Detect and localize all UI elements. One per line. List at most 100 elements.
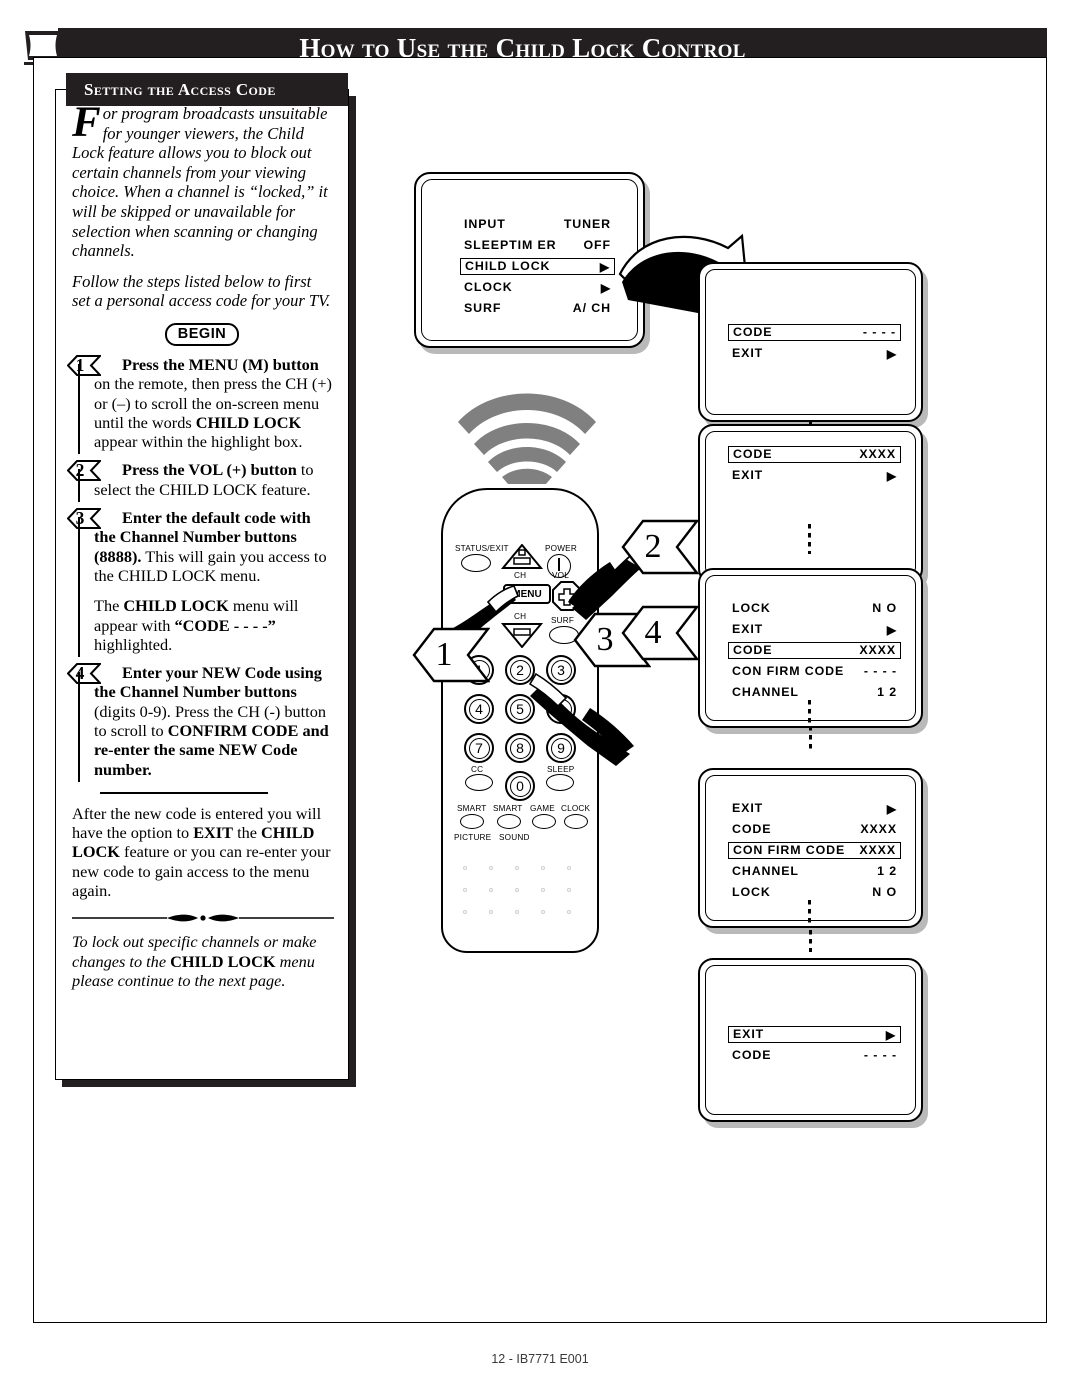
osd-row-code[interactable]: CODE - - - - (728, 324, 901, 341)
step-1-number: 1 (75, 354, 85, 375)
cc-button[interactable] (465, 774, 493, 791)
osd-row-confirm-code[interactable]: CON FIRM CODE XXXX (728, 842, 901, 859)
menu-value: OFF (583, 238, 611, 252)
key-0[interactable]: 0 (505, 771, 535, 801)
section-tab: Setting the Access Code (66, 73, 348, 106)
callout-2: 2 (621, 517, 700, 577)
game-label: GAME (530, 804, 555, 813)
divider-rule (100, 791, 268, 794)
osd-row-code[interactable]: CODE - - - - (728, 1047, 901, 1064)
osd-row-code[interactable]: CODE XXXX (728, 446, 901, 463)
after-note-mid: the (233, 823, 262, 843)
osd-row-exit[interactable]: EXIT ▶ (728, 621, 901, 638)
begin-badge: BEGIN (164, 322, 240, 346)
osd-label: EXIT (732, 346, 764, 360)
clock-label: CLOCK (561, 804, 591, 813)
osd-row-confirm-code[interactable]: CON FIRM CODE - - - - (728, 663, 901, 680)
osd-screen-3: LOCK N O EXIT ▶ CODE XXXX CON FIRM CODE … (698, 568, 923, 728)
drop-cap: F (72, 99, 101, 146)
step-rail (78, 363, 80, 455)
step-rail (78, 588, 80, 658)
step-1-bold-lead: Press the MENU (M) button (122, 354, 319, 374)
osd-row-lock[interactable]: LOCK N O (728, 884, 901, 901)
osd-label: CON FIRM CODE (733, 843, 846, 857)
osd-label: EXIT (732, 622, 764, 636)
osd-row-channel[interactable]: CHANNEL 1 2 (728, 863, 901, 880)
page-footer: 12 - IB7771 E001 (491, 1352, 589, 1366)
osd-screen-5-list: EXIT ▶ CODE - - - - (728, 1026, 901, 1068)
cc-label: CC (471, 765, 484, 774)
closing-paragraph: To lock out specific channels or make ch… (72, 932, 332, 990)
right-arrow-icon: ▶ (886, 622, 897, 637)
begin-badge-wrap: BEGIN (72, 322, 332, 346)
status-exit-button[interactable] (461, 554, 491, 572)
step-rail (78, 672, 80, 782)
menu-value: A/ CH (572, 301, 611, 315)
osd-row-code[interactable]: CODE XXXX (728, 821, 901, 838)
smart-picture-label: SMART (457, 804, 487, 813)
power-icon (558, 558, 560, 571)
osd-value: XXXX (859, 643, 896, 657)
menu-label: INPUT (464, 217, 506, 231)
section-tab-label: Setting the Access Code (84, 79, 276, 99)
key-4[interactable]: 4 (464, 694, 494, 724)
right-arrow-icon: ▶ (886, 468, 897, 483)
osd-value: - - - - (862, 325, 896, 339)
tv-main-menu-screen: INPUT TUNER SLEEPTIM ER OFF CHILD LOCK ▶… (414, 172, 645, 348)
pointing-hand-3-icon (528, 672, 634, 766)
channel-up-button[interactable] (501, 544, 543, 570)
osd-label: CODE (733, 325, 773, 339)
osd-label: CODE (732, 1048, 772, 1062)
osd-label: CON FIRM CODE (732, 664, 845, 678)
menu-value: TUNER (563, 217, 611, 231)
menu-label: CHILD LOCK (465, 259, 551, 273)
callout-4-number: 4 (644, 614, 662, 651)
sleep-button[interactable] (546, 774, 574, 791)
key-4-label: 4 (468, 698, 490, 720)
key-0-label: 0 (509, 775, 531, 797)
step-3-text: Enter the default code with the Channel … (94, 508, 332, 585)
menu-row-sleeptimer: SLEEPTIM ER OFF (460, 237, 615, 254)
picture-label: PICTURE (454, 833, 492, 842)
osd-row-channel[interactable]: CHANNEL 1 2 (728, 684, 901, 701)
key-7[interactable]: 7 (464, 733, 494, 763)
osd-value: 1 2 (877, 685, 897, 699)
menu-row-child-lock[interactable]: CHILD LOCK ▶ (460, 258, 615, 275)
osd-row-exit[interactable]: EXIT ▶ (728, 345, 901, 362)
smart-picture-button[interactable] (460, 814, 484, 829)
game-button[interactable] (532, 814, 556, 829)
step-4-number: 4 (75, 662, 85, 683)
step-4-text: Enter your NEW Code using the Channel Nu… (94, 663, 332, 779)
step-4: 4 Enter your NEW Code using the Channel … (67, 663, 332, 782)
smart-sound-button[interactable] (497, 814, 521, 829)
osd-row-code[interactable]: CODE XXXX (728, 642, 901, 659)
osd-value: XXXX (859, 843, 896, 857)
step-1-bold-mid: CHILD LOCK (195, 412, 302, 432)
step-3-note-lead: The (94, 596, 124, 616)
osd-value: N O (872, 885, 897, 899)
osd-row-exit[interactable]: EXIT ▶ (728, 800, 901, 817)
clock-button[interactable] (564, 814, 588, 829)
after-code-note: After the new code is entered you will h… (72, 804, 332, 900)
step-2-number: 2 (75, 460, 85, 481)
menu-row-clock[interactable]: CLOCK ▶ (460, 279, 615, 296)
step-3-marker: 3 (67, 508, 101, 530)
osd-label: EXIT (732, 801, 764, 815)
osd-label: LOCK (732, 601, 771, 615)
osd-value: XXXX (860, 822, 897, 836)
osd-label: LOCK (732, 885, 771, 899)
key-7-label: 7 (468, 737, 490, 759)
step-2-marker: 2 (67, 460, 101, 482)
menu-label: SLEEPTIM ER (464, 238, 557, 252)
step-4-marker: 4 (67, 662, 101, 685)
right-arrow-icon: ▶ (885, 1027, 896, 1042)
right-arrow-icon: ▶ (886, 801, 897, 816)
right-arrow-icon: ▶ (600, 280, 611, 295)
osd-row-exit[interactable]: EXIT ▶ (728, 467, 901, 484)
osd-row-exit[interactable]: EXIT ▶ (728, 1026, 901, 1043)
osd-row-lock[interactable]: LOCK N O (728, 600, 901, 617)
callout-4: 4 (621, 603, 700, 663)
callout-2-number: 2 (644, 528, 662, 565)
menu-row-input: INPUT TUNER (460, 216, 615, 233)
closing-bold: CHILD LOCK (170, 951, 276, 971)
